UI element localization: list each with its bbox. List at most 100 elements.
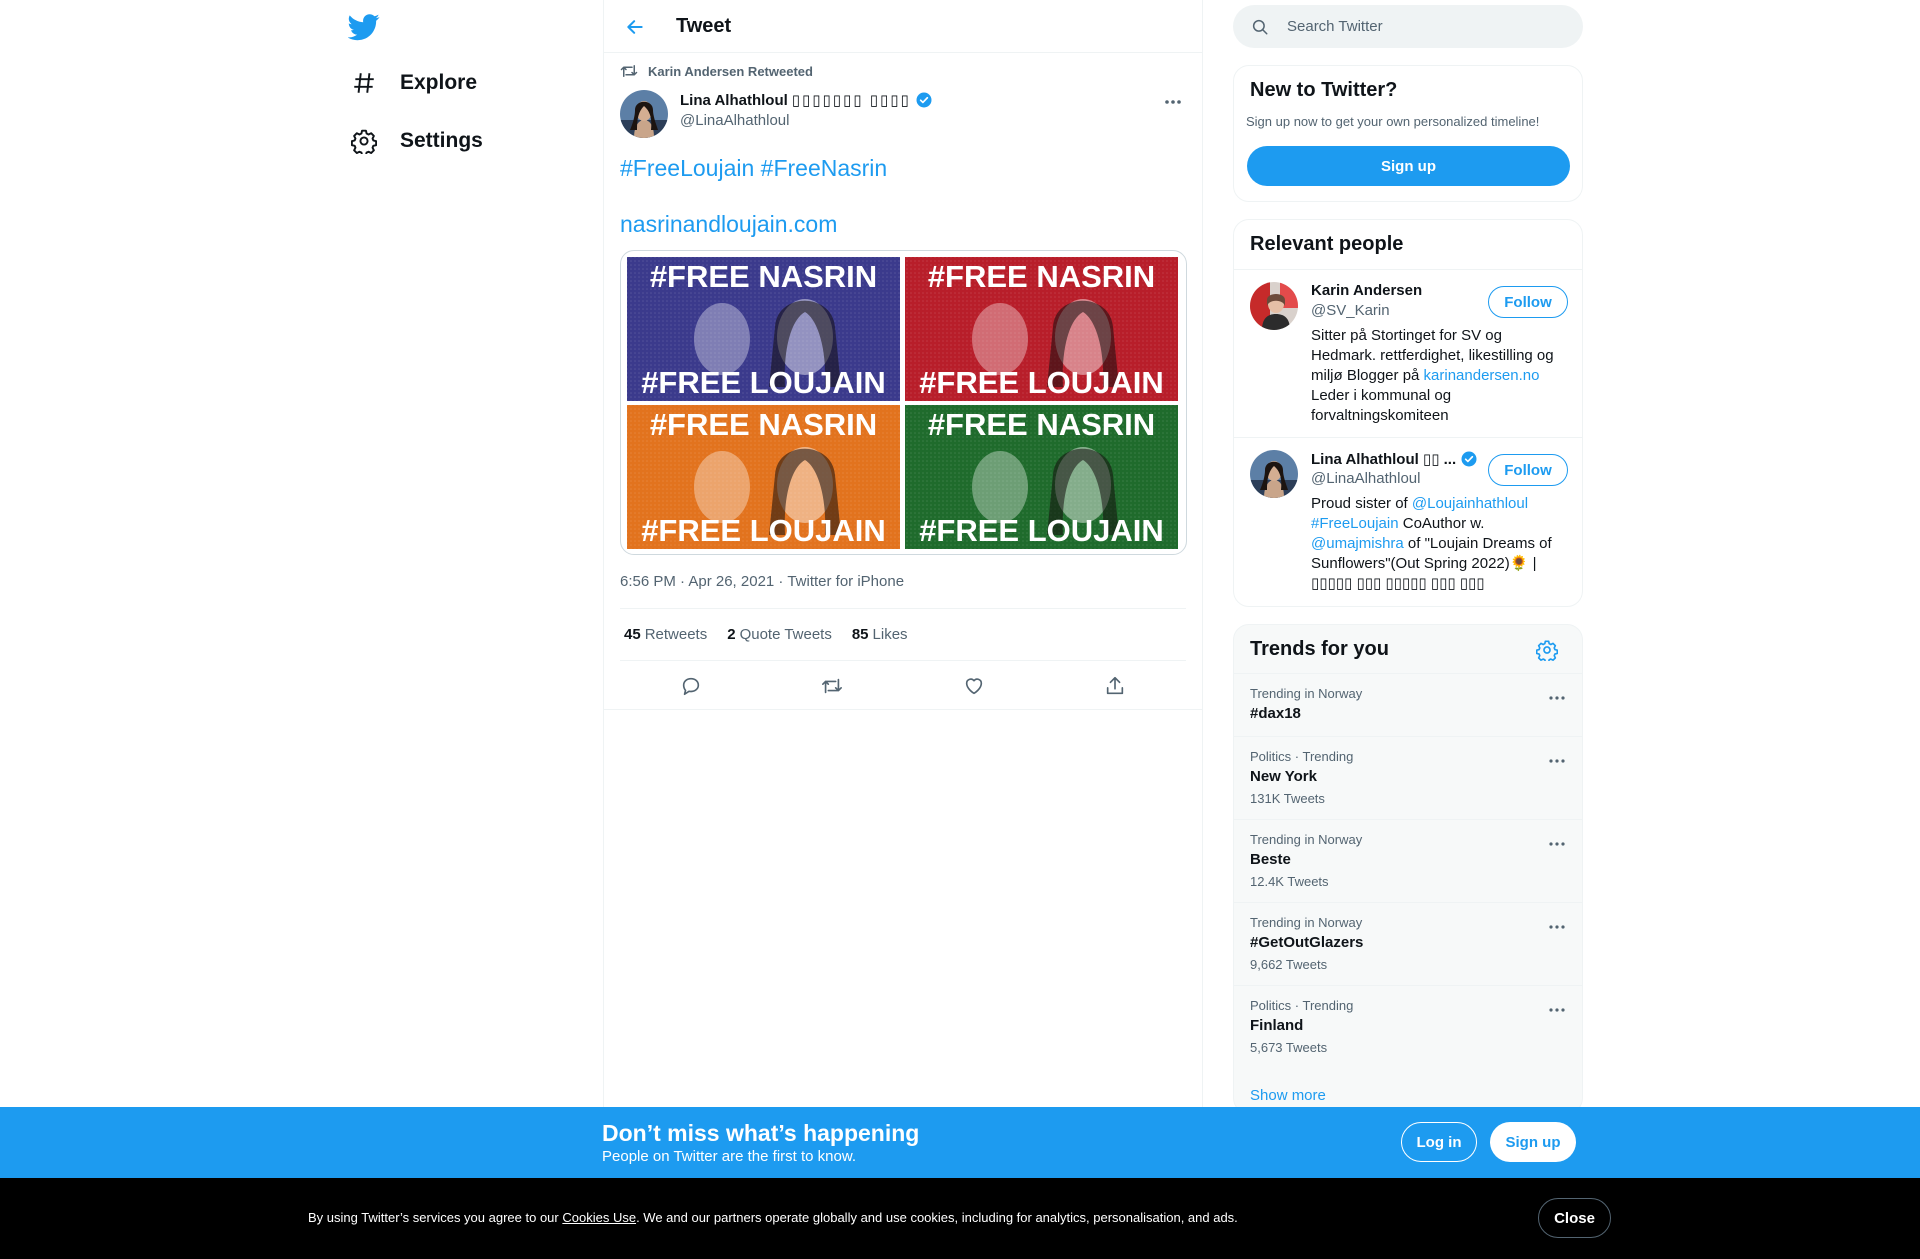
share-icon[interactable] [1104, 675, 1126, 697]
person-karin[interactable]: Karin Andersen @SV_Karin Follow Sitter p… [1234, 269, 1582, 437]
person-bio: Sitter på Stortinget for SV og Hedmark. … [1311, 327, 1554, 424]
tweet-timestamp[interactable]: 6:56 PM · Apr 26, 2021 · Twitter for iPh… [620, 573, 904, 590]
author-avatar[interactable] [620, 90, 668, 138]
retweet-context: Karin Andersen Retweeted [620, 63, 813, 79]
nav-settings-label: Settings [400, 129, 483, 152]
page-title: Tweet [676, 15, 732, 37]
follow-button[interactable]: Follow [1488, 286, 1568, 318]
like-icon[interactable] [963, 675, 985, 697]
trend-context: Politics · Trending [1250, 998, 1354, 1013]
search-icon [1251, 18, 1269, 36]
avatar[interactable] [1250, 450, 1298, 498]
banner-sign-up-button[interactable]: Sign up [1490, 1122, 1576, 1162]
trend-context: Trending in Norway [1250, 686, 1363, 701]
person-name[interactable]: Karin Andersen [1311, 282, 1422, 299]
trend-item[interactable]: Politics · Trending New York 131K Tweets [1234, 736, 1582, 819]
trend-more-icon[interactable] [1546, 753, 1568, 769]
trend-context: Trending in Norway [1250, 915, 1363, 930]
trend-item[interactable]: Politics · Trending Finland 5,673 Tweets [1234, 985, 1582, 1068]
trend-more-icon[interactable] [1546, 1002, 1568, 1018]
log-in-button[interactable]: Log in [1401, 1122, 1477, 1162]
trends-settings-icon[interactable] [1536, 639, 1558, 661]
tweet-actions [620, 662, 1186, 709]
verified-badge-icon [1460, 450, 1478, 468]
reply-icon[interactable] [680, 675, 702, 697]
trend-item[interactable]: Trending in Norway #dax18 [1234, 673, 1582, 736]
cookies-use-link[interactable]: Cookies Use [562, 1210, 636, 1225]
tile-bottom-text: #FREE LOUJAIN [919, 513, 1164, 548]
gear-icon [348, 125, 380, 157]
arrow-left-icon [627, 20, 643, 34]
more-options-button[interactable] [1160, 92, 1186, 112]
trend-more-icon[interactable] [1546, 690, 1568, 706]
signup-banner [0, 1107, 1920, 1178]
media-tile[interactable]: #FREE NASRIN #FREE LOUJAIN [905, 257, 1178, 401]
trend-count: 12.4K Tweets [1250, 874, 1329, 889]
tweet-stats: 45 Retweets 2 Quote Tweets 85 Likes [620, 608, 1186, 661]
retweets-stat[interactable]: 45 Retweets [624, 626, 707, 643]
author-name-text: Lina Alhathloul [680, 91, 788, 109]
relevant-people-card: Relevant people Karin Andersen @SV_Karin… [1233, 219, 1583, 607]
bio-mention-link[interactable]: @umajmishra [1311, 535, 1404, 552]
trend-name: New York [1250, 768, 1317, 785]
trend-count: 131K Tweets [1250, 791, 1325, 806]
media-tile[interactable]: #FREE NASRIN #FREE LOUJAIN [627, 257, 900, 401]
search-box[interactable]: Search Twitter [1233, 5, 1583, 48]
cookie-close-button[interactable]: Close [1538, 1198, 1611, 1238]
trend-more-icon[interactable] [1546, 919, 1568, 935]
tile-bottom-text: #FREE LOUJAIN [641, 365, 886, 400]
back-button[interactable] [621, 13, 649, 41]
main-column: Tweet Karin Andersen Retweeted Lina Alha… [603, 0, 1203, 1259]
new-to-twitter-card: New to Twitter? Sign up now to get your … [1233, 65, 1583, 202]
tile-bottom-text: #FREE LOUJAIN [919, 365, 1164, 400]
sign-up-button[interactable]: Sign up [1247, 146, 1570, 186]
quotes-stat[interactable]: 2 Quote Tweets [727, 626, 832, 643]
search-input[interactable]: Search Twitter [1287, 18, 1383, 35]
retweeted-by-label[interactable]: Karin Andersen Retweeted [648, 64, 813, 79]
follow-button[interactable]: Follow [1488, 454, 1568, 486]
trend-context: Trending in Norway [1250, 832, 1363, 847]
trend-more-icon[interactable] [1546, 836, 1568, 852]
banner-subtitle: People on Twitter are the first to know. [602, 1148, 857, 1165]
person-lina[interactable]: Lina Alhathloul ▯▯ ... @LinaAlhathloul F… [1234, 437, 1582, 606]
bio-link[interactable]: karinandersen.no [1424, 367, 1540, 384]
person-handle[interactable]: @SV_Karin [1311, 302, 1390, 319]
show-more-link[interactable]: Show more [1250, 1087, 1326, 1104]
author-name[interactable]: Lina Alhathloul ▯▯▯▯▯▯▯ ▯▯▯▯ [680, 91, 933, 109]
hashtag-icon [348, 67, 380, 99]
trend-item[interactable]: Trending in Norway Beste 12.4K Tweets [1234, 819, 1582, 902]
divider [604, 709, 1202, 710]
trend-name: #dax18 [1250, 705, 1301, 722]
person-bio: Proud sister of @Loujainhathloul #FreeLou… [1311, 495, 1552, 592]
bio-hashtag-link[interactable]: #FreeLoujain [1311, 515, 1399, 532]
bio-mention-link[interactable]: @Loujainhathloul [1412, 495, 1528, 512]
trends-card: Trends for you Trending in Norway #dax18 P… [1233, 624, 1583, 1114]
trend-name: Finland [1250, 1017, 1304, 1034]
retweet-action-icon[interactable] [821, 675, 843, 697]
trend-item[interactable]: Trending in Norway #GetOutGlazers 9,662 Tw… [1234, 902, 1582, 985]
trend-count: 5,673 Tweets [1250, 1040, 1328, 1055]
tile-top-text: #FREE NASRIN [650, 259, 877, 294]
person-name[interactable]: Lina Alhathloul ▯▯ ... [1311, 450, 1478, 468]
tweet-media[interactable]: #FREE NASRIN #FREE LOUJAIN #FREE NASRIN #FR… [620, 250, 1187, 555]
more-dots-icon [1165, 100, 1181, 104]
tweet-hashtags[interactable]: #FreeLoujain #FreeNasrin [620, 155, 1190, 182]
tweet-link[interactable]: nasrinandloujain.com [620, 211, 1190, 238]
tile-top-text: #FREE NASRIN [928, 407, 1155, 442]
verified-badge-icon [915, 91, 933, 109]
nav-settings[interactable]: Settings [348, 115, 483, 167]
relevant-people-title: Relevant people [1250, 233, 1404, 255]
nav-explore[interactable]: Explore [348, 57, 477, 109]
main-header: Tweet [604, 0, 1202, 53]
author-name-suffix: ▯▯▯▯▯▯▯ ▯▯▯▯ [791, 92, 911, 109]
avatar[interactable] [1250, 282, 1298, 330]
media-tile[interactable]: #FREE NASRIN #FREE LOUJAIN [627, 405, 900, 549]
tile-top-text: #FREE NASRIN [650, 407, 877, 442]
person-handle[interactable]: @LinaAlhathloul [1311, 470, 1420, 487]
nav-explore-label: Explore [400, 71, 478, 94]
twitter-logo-icon[interactable] [348, 11, 380, 43]
tile-top-text: #FREE NASRIN [928, 259, 1155, 294]
likes-stat[interactable]: 85 Likes [852, 626, 908, 643]
author-handle[interactable]: @LinaAlhathloul [680, 112, 789, 129]
media-tile[interactable]: #FREE NASRIN #FREE LOUJAIN [905, 405, 1178, 549]
